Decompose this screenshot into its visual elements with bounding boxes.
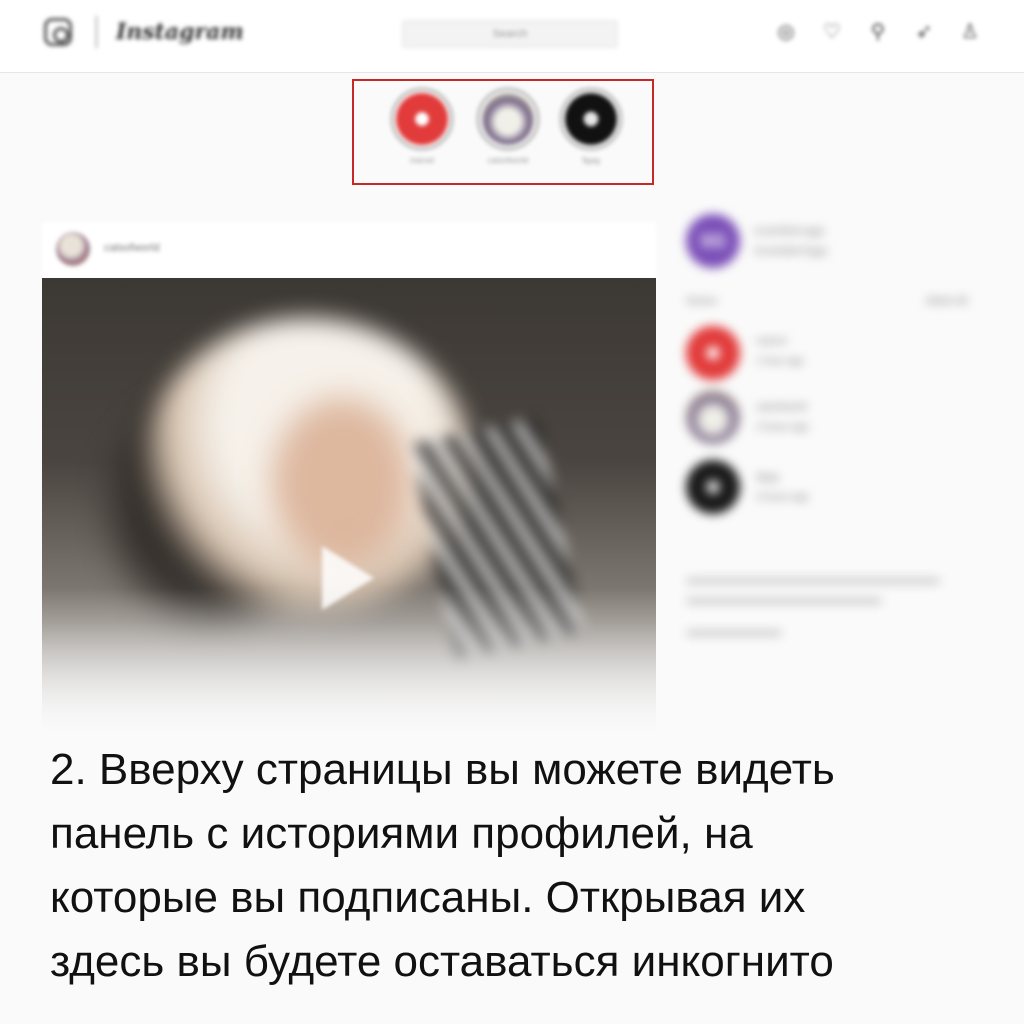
- watch-all-link[interactable]: Watch All: [926, 296, 967, 307]
- post-avatar[interactable]: [56, 232, 90, 266]
- instagram-logo[interactable]: Instagram: [116, 19, 244, 45]
- post-header: catsofworld: [42, 222, 656, 278]
- post-video[interactable]: [42, 278, 656, 738]
- sidebar-story-username[interactable]: marvel: [756, 336, 786, 347]
- footer-links-line: [686, 598, 882, 604]
- sidebar-story-time: 2 hours ago: [756, 422, 809, 433]
- search-input[interactable]: Search: [402, 20, 618, 48]
- sidebar-story-username[interactable]: catsofworld: [756, 402, 807, 413]
- sidebar-story-avatar[interactable]: [686, 460, 740, 514]
- current-user-avatar[interactable]: SG: [686, 214, 740, 268]
- sidebar-story-avatar[interactable]: [686, 390, 740, 444]
- story-avatar: [396, 93, 448, 145]
- person-icon[interactable]: ⚲: [868, 22, 888, 42]
- heart-icon[interactable]: ♡: [822, 22, 842, 42]
- sidebar-story-time: 1 hour ago: [756, 356, 804, 367]
- top-navigation-bar: Instagram Search ◎ ♡ ⚲ ➶ ♙: [0, 0, 1024, 73]
- story-avatar: [482, 93, 534, 145]
- story-username: catsofworld: [487, 156, 529, 165]
- caption-line: которые вы подписаны. Открывая их: [50, 873, 806, 922]
- current-username[interactable]: scrambled.eggs: [754, 226, 825, 237]
- sidebar-story-username[interactable]: 9gag: [756, 472, 778, 483]
- compass-icon[interactable]: ◎: [776, 22, 796, 42]
- profile-icon[interactable]: ♙: [960, 22, 980, 42]
- story-username: 9gag: [582, 156, 600, 165]
- caption-line: здесь вы будете оставаться инкогнито: [50, 937, 834, 986]
- sidebar-story-avatar[interactable]: [686, 326, 740, 380]
- copyright-line: [686, 630, 782, 636]
- sidebar-story-time: 3 hours ago: [756, 492, 809, 503]
- play-icon[interactable]: [322, 546, 374, 610]
- story-9gag[interactable]: 9gag: [558, 88, 624, 165]
- story-catsofworld[interactable]: catsofworld: [475, 88, 541, 165]
- caption-line: 2. Вверху страницы вы можете видеть: [50, 745, 835, 794]
- story-marvel[interactable]: marvel: [389, 88, 455, 165]
- story-username: marvel: [409, 156, 434, 165]
- footer-links-line: [686, 578, 940, 584]
- post-username[interactable]: catsofworld: [104, 242, 160, 254]
- stories-section-label: Stories: [686, 296, 718, 307]
- instagram-camera-icon[interactable]: [44, 18, 72, 46]
- logo-divider: [96, 16, 97, 48]
- caption-line: панель с историями профилей, на: [50, 809, 753, 858]
- instruction-caption: 2. Вверху страницы вы можете видеть пане…: [50, 738, 990, 994]
- current-user-fullname: Scrambled Eggs: [754, 246, 828, 257]
- story-avatar: [565, 93, 617, 145]
- send-icon[interactable]: ➶: [914, 22, 934, 42]
